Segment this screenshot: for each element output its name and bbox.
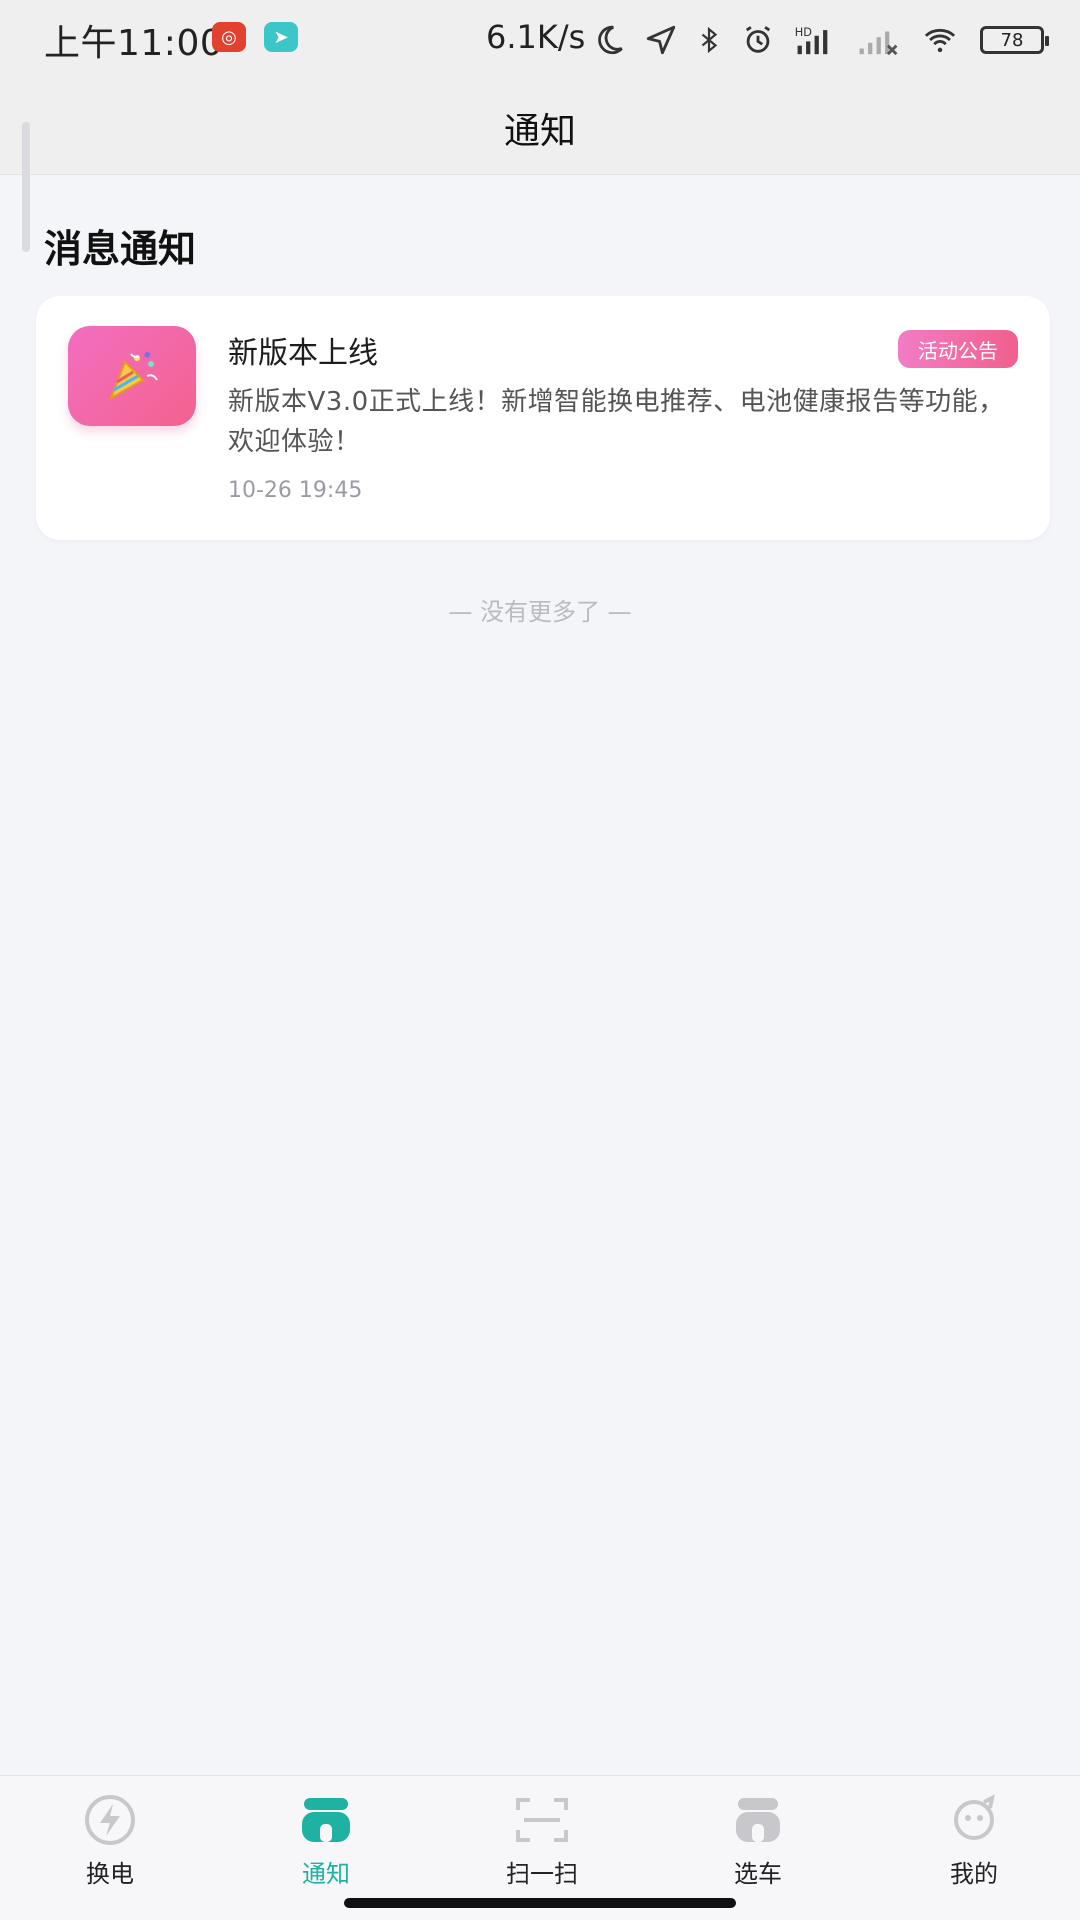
party-popper-icon — [68, 326, 196, 426]
category-badge: 活动公告 — [898, 330, 1018, 368]
signal-hd-icon: HD — [795, 25, 828, 55]
tab-bar: 换电 通知 扫一扫 选车 我的 — [0, 1775, 1080, 1920]
scooter-icon — [730, 1794, 786, 1846]
nav-bar: 通知 — [0, 78, 1080, 175]
network-speed: 6.1K/s — [486, 18, 586, 56]
notification-time: 10-26 19:45 — [228, 478, 363, 503]
paper-plane-icon: ➤ — [264, 22, 298, 52]
status-icons: HD 78 — [592, 20, 1049, 60]
section-title: 消息通知 — [44, 227, 197, 271]
weibo-icon: ◎ — [212, 22, 246, 52]
tab-notification[interactable]: 通知 — [266, 1794, 386, 1889]
tab-label: 换电 — [86, 1860, 134, 1888]
notification-title: 新版本上线 — [228, 336, 378, 371]
tab-mine[interactable]: 我的 — [914, 1794, 1034, 1889]
notification-card[interactable]: 新版本上线 活动公告 新版本V3.0正式上线！新增智能换电推荐、电池健康报告等功… — [36, 296, 1050, 540]
signal-off-icon — [859, 31, 898, 56]
location-arrow-icon — [646, 25, 676, 55]
bluetooth-icon — [701, 26, 718, 54]
no-more-hint: — 没有更多了 — — [448, 598, 632, 626]
tab-scan[interactable]: 扫一扫 — [482, 1794, 602, 1889]
tab-label: 通知 — [302, 1860, 350, 1888]
tab-select-vehicle[interactable]: 选车 — [698, 1794, 818, 1889]
lightning-icon — [82, 1794, 138, 1846]
tab-label: 选车 — [734, 1860, 782, 1888]
tab-label: 我的 — [950, 1860, 998, 1888]
scroll-indicator — [22, 122, 30, 252]
battery-icon: 78 — [980, 26, 1049, 54]
moon-icon — [598, 25, 623, 55]
tab-label: 扫一扫 — [506, 1860, 578, 1888]
battery-level: 78 — [1000, 29, 1024, 51]
tab-swap-battery[interactable]: 换电 — [50, 1794, 170, 1889]
status-bar: 上午11:00 ◎ ➤ 6.1K/s HD 78 — [0, 0, 1080, 78]
page-title: 通知 — [503, 111, 576, 152]
wifi-icon — [924, 28, 956, 53]
scan-icon — [514, 1794, 570, 1846]
svg-text:HD: HD — [795, 25, 813, 39]
notification-icon — [298, 1794, 354, 1846]
home-indicator[interactable] — [344, 1898, 736, 1908]
notification-body: 新版本V3.0正式上线！新增智能换电推荐、电池健康报告等功能，欢迎体验！ — [228, 387, 1005, 457]
face-icon — [946, 1794, 1002, 1846]
alarm-icon — [745, 26, 771, 53]
status-time: 上午11:00 — [44, 23, 224, 64]
